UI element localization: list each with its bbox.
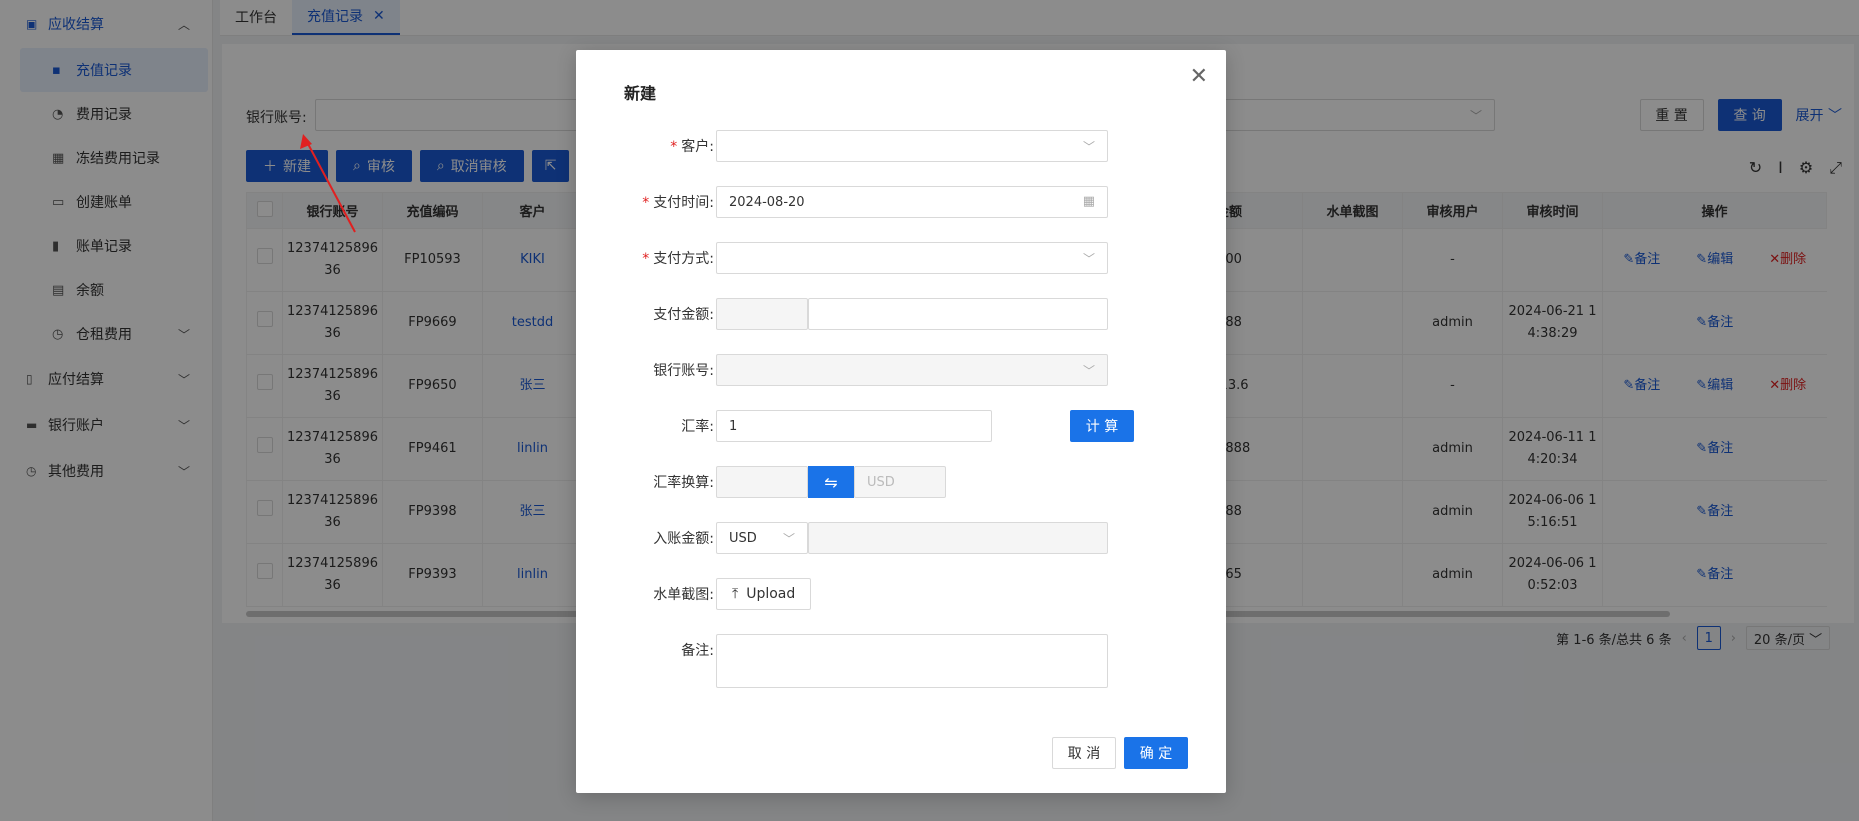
form-label: * 支付方式: — [642, 248, 714, 268]
modal-title: 新建 — [624, 84, 657, 103]
form-row-conversion: 汇率换算: ⇋ USD — [576, 466, 1226, 498]
form-row-entry-amount: 入账金额: USD ﹀ — [576, 522, 1226, 554]
pay-amount-input[interactable] — [808, 298, 1108, 330]
modal-footer: 取 消 确 定 — [1052, 737, 1188, 769]
form-row-receipt: 水单截图: ⤒ Upload — [576, 578, 1226, 610]
form-label: 汇率: — [681, 419, 714, 435]
form-row-customer: * 客户: ﹀ — [576, 130, 1226, 162]
conversion-right-currency: USD — [854, 466, 946, 498]
form-label: 水单截图: — [653, 587, 714, 603]
form-row-pay-time: * 支付时间: 2024-08-20 ▦ — [576, 186, 1226, 218]
cancel-button[interactable]: 取 消 — [1052, 737, 1116, 769]
form-label: 支付金额: — [653, 307, 714, 323]
form-label: * 客户: — [670, 136, 714, 156]
pay-currency-addon — [716, 298, 808, 330]
ok-button[interactable]: 确 定 — [1124, 737, 1188, 769]
calendar-icon: ▦ — [1082, 194, 1095, 209]
entry-currency-select[interactable]: USD ﹀ — [716, 522, 808, 554]
chevron-down-icon: ﹀ — [1082, 140, 1095, 154]
currency-text: USD — [867, 474, 895, 490]
form-row-pay-method: * 支付方式: ﹀ — [576, 242, 1226, 274]
chevron-down-icon: ﹀ — [1082, 252, 1095, 266]
close-icon[interactable]: ✕ — [1190, 64, 1208, 89]
swap-icon[interactable]: ⇋ — [808, 466, 854, 498]
form-row-remark: 备注: — [576, 634, 1226, 688]
upload-label: Upload — [746, 586, 796, 602]
entry-amount-input — [808, 522, 1108, 554]
chevron-down-icon: ﹀ — [782, 532, 795, 546]
label-text: 支付方式: — [653, 251, 714, 267]
customer-select[interactable]: ﹀ — [716, 130, 1108, 162]
conversion-left-currency — [716, 466, 808, 498]
required-mark: * — [642, 195, 650, 211]
required-mark: * — [642, 251, 650, 267]
rate-input[interactable]: 1 — [716, 410, 992, 442]
rate-value: 1 — [729, 418, 738, 434]
currency-text: USD — [729, 530, 757, 546]
new-recharge-modal: 新建 ✕ * 客户: ﹀ * 支付时间: 2024-08-20 ▦ * 支付方式: ﹀… — [576, 50, 1226, 793]
upload-icon: ⤒ — [732, 586, 739, 602]
remark-textarea[interactable] — [716, 634, 1108, 688]
chevron-down-icon: ﹀ — [1082, 364, 1095, 378]
form-label: 汇率换算: — [653, 475, 714, 491]
form-row-pay-amount: 支付金额: — [576, 298, 1226, 330]
upload-button[interactable]: ⤒ Upload — [716, 578, 812, 610]
pay-time-picker[interactable]: 2024-08-20 ▦ — [716, 186, 1108, 218]
pay-method-select[interactable]: ﹀ — [716, 242, 1108, 274]
form-label: * 支付时间: — [642, 192, 714, 212]
label-text: 支付时间: — [653, 195, 714, 211]
calculate-button[interactable]: 计 算 — [1070, 410, 1134, 442]
form-row-bank-account: 银行账号: ﹀ — [576, 354, 1226, 386]
form-label: 银行账号: — [653, 363, 714, 379]
form-label: 备注: — [681, 643, 714, 659]
bank-account-select[interactable]: ﹀ — [716, 354, 1108, 386]
required-mark: * — [670, 139, 678, 155]
form-label: 入账金额: — [653, 531, 714, 547]
form-row-rate: 汇率: 1 计 算 — [576, 410, 1226, 442]
label-text: 客户: — [681, 139, 714, 155]
pay-time-value: 2024-08-20 — [729, 194, 805, 210]
